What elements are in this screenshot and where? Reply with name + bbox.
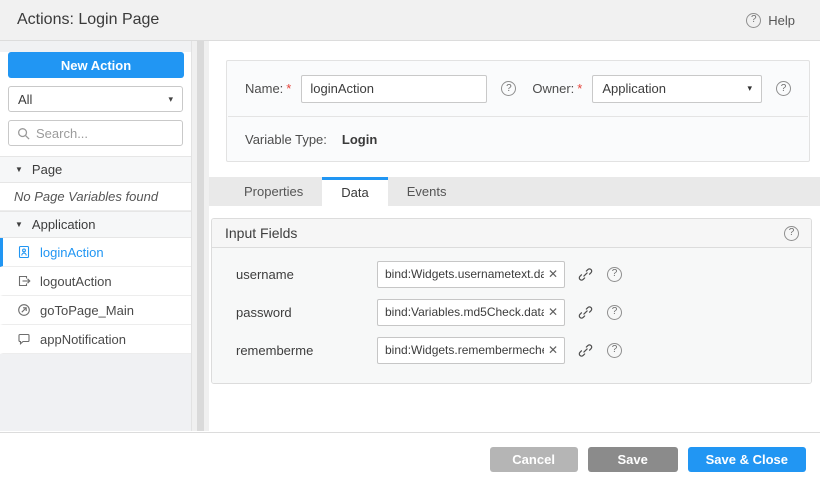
collapse-caret-icon: ▼ (15, 165, 23, 174)
bind-link-icon[interactable] (578, 305, 593, 320)
username-bind-input[interactable] (378, 267, 546, 281)
sidebar-content: New Action All ▾ ▼ Page No Page Variable… (0, 52, 191, 354)
goto-page-icon (17, 303, 31, 317)
name-label: Name: (245, 81, 283, 96)
name-input[interactable] (301, 75, 487, 103)
tree-group-label: Application (32, 217, 96, 232)
clear-icon[interactable]: ✕ (546, 344, 564, 356)
sidebar-item-label: appNotification (40, 332, 126, 347)
variable-type-row: Variable Type: Login (227, 117, 809, 161)
variables-sidebar: New Action All ▾ ▼ Page No Page Variable… (0, 41, 192, 431)
input-fields-help-icon[interactable]: ? (784, 226, 799, 241)
owner-label: Owner: (532, 81, 574, 96)
logout-icon (17, 274, 31, 288)
header-bar: Actions: Login Page ? Help (0, 0, 820, 41)
tree-group-page[interactable]: ▼ Page (0, 156, 191, 183)
bind-input-wrap: ✕ (377, 337, 565, 364)
bind-input-wrap: ✕ (377, 299, 565, 326)
sidebar-item-label: logoutAction (40, 274, 112, 289)
sidebar-item-appNotification[interactable]: appNotification (0, 325, 191, 354)
save-and-close-button[interactable]: Save & Close (688, 447, 806, 472)
search-icon (17, 127, 30, 140)
tab-properties[interactable]: Properties (225, 177, 322, 206)
tree-group-application[interactable]: ▼ Application (0, 211, 191, 238)
clear-icon[interactable]: ✕ (546, 306, 564, 318)
actions-editor-window: Actions: Login Page ? Help New Action Al… (0, 0, 820, 486)
footer-bar: Cancel Save Save & Close (0, 432, 820, 486)
help-label: Help (768, 13, 795, 28)
clear-icon[interactable]: ✕ (546, 268, 564, 280)
input-fields-title: Input Fields (225, 225, 297, 241)
sidebar-item-loginAction[interactable]: loginAction (0, 238, 191, 267)
filter-dropdown[interactable]: All ▾ (8, 86, 183, 112)
page-title: Actions: Login Page (0, 11, 159, 29)
field-help-icon[interactable]: ? (607, 343, 622, 358)
tab-data[interactable]: Data (322, 177, 387, 206)
tab-bar: Properties Data Events (209, 177, 820, 206)
input-fields-panel: Input Fields ? username ✕ (211, 218, 812, 384)
notification-icon (17, 332, 31, 346)
search-input[interactable] (36, 126, 174, 141)
collapse-caret-icon: ▼ (15, 220, 23, 229)
login-icon (17, 245, 31, 259)
bind-input-wrap: ✕ (377, 261, 565, 288)
filter-value: All (18, 92, 32, 107)
password-bind-input[interactable] (378, 305, 546, 319)
field-label: rememberme (236, 343, 377, 358)
action-settings-panel: Name:* ? Owner:* Application ▾ ? Variabl… (226, 60, 810, 162)
sidebar-scrollbar[interactable] (192, 41, 209, 431)
field-label: password (236, 305, 377, 320)
scrollbar-thumb[interactable] (197, 41, 204, 431)
search-box[interactable] (8, 120, 183, 146)
owner-select[interactable]: Application ▾ (592, 75, 762, 103)
sidebar-item-goToPage_Main[interactable]: goToPage_Main (0, 296, 191, 325)
help-icon: ? (746, 13, 761, 28)
tab-events[interactable]: Events (388, 177, 466, 206)
field-row-rememberme: rememberme ✕ ? (212, 331, 811, 369)
empty-page-variables-message: No Page Variables found (0, 183, 191, 211)
help-link[interactable]: ? Help (746, 13, 820, 28)
name-owner-row: Name:* ? Owner:* Application ▾ ? (227, 61, 809, 116)
variable-type-label: Variable Type: (245, 132, 327, 147)
sidebar-item-logoutAction[interactable]: logoutAction (0, 267, 191, 296)
save-button[interactable]: Save (588, 447, 678, 472)
required-marker: * (577, 81, 582, 96)
tree-group-label: Page (32, 162, 62, 177)
field-label: username (236, 267, 377, 282)
input-fields-header: Input Fields ? (212, 219, 811, 248)
field-help-icon[interactable]: ? (607, 267, 622, 282)
field-help-icon[interactable]: ? (607, 305, 622, 320)
field-row-username: username ✕ ? (212, 255, 811, 293)
input-fields-body: username ✕ ? password (212, 248, 811, 383)
chevron-down-icon: ▾ (168, 94, 173, 105)
main-panel: Name:* ? Owner:* Application ▾ ? Variabl… (209, 41, 820, 432)
new-action-button[interactable]: New Action (8, 52, 184, 78)
variable-type-value: Login (342, 132, 377, 147)
owner-help-icon[interactable]: ? (776, 81, 791, 96)
owner-value: Application (602, 81, 666, 96)
bind-link-icon[interactable] (578, 343, 593, 358)
chevron-down-icon: ▾ (747, 83, 752, 94)
sidebar-item-label: loginAction (40, 245, 104, 260)
rememberme-bind-input[interactable] (378, 343, 546, 357)
name-help-icon[interactable]: ? (501, 81, 516, 96)
field-row-password: password ✕ ? (212, 293, 811, 331)
sidebar-item-label: goToPage_Main (40, 303, 134, 318)
bind-link-icon[interactable] (578, 267, 593, 282)
cancel-button[interactable]: Cancel (490, 447, 578, 472)
required-marker: * (286, 81, 291, 96)
